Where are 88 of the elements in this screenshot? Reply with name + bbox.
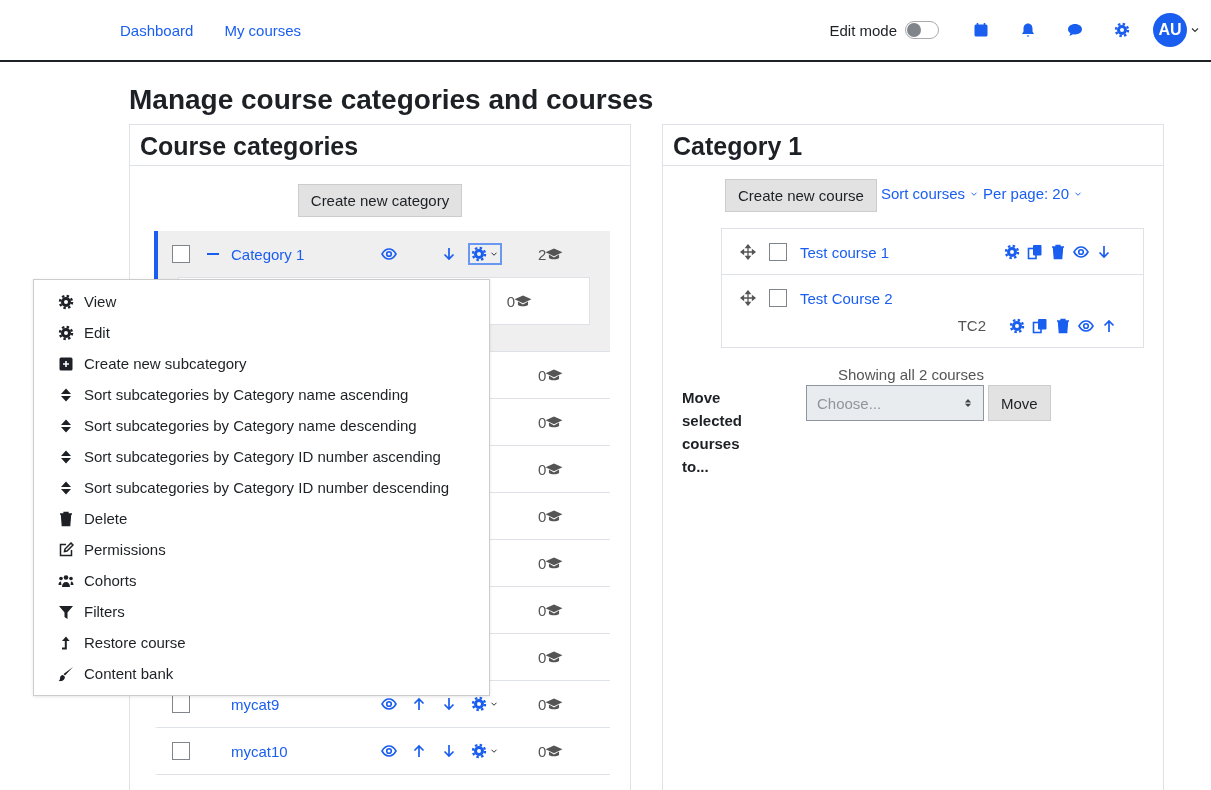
category-link[interactable]: mycat10 [231,742,381,760]
course-count: 0 [538,366,547,384]
course-link[interactable]: Test Course 2 [800,289,990,307]
course-count: 0 [538,554,547,572]
menu-item[interactable]: Edit [34,317,489,348]
course-checkbox[interactable] [769,289,787,307]
sort-icon [58,417,74,434]
course-count: 0 [538,413,547,431]
per-page-dropdown[interactable]: Per page: 20 [983,185,1083,202]
course-idnumber: TC2 [957,317,986,334]
calendar-icon[interactable] [973,22,989,38]
course-count: 0 [538,507,547,525]
course-count: 0 [538,601,547,619]
move-handle-icon[interactable] [740,244,756,260]
eye-icon[interactable] [381,743,397,759]
menu-item[interactable]: Delete [34,503,489,534]
menu-item[interactable]: Content bank [34,658,489,689]
copy-icon[interactable] [1032,317,1048,334]
chat-bubble-icon[interactable] [1067,22,1083,38]
sort-icon [58,448,74,465]
funnel-icon [58,603,74,620]
category-link[interactable]: Category 1 [231,245,381,263]
nav-link[interactable]: Dashboard [120,21,194,39]
course-count: 0 [538,460,547,478]
eye-icon[interactable] [1078,317,1094,334]
page-title: Manage course categories and courses [129,84,655,116]
row-checkbox[interactable] [172,742,190,760]
menu-item[interactable]: Restore course [34,627,489,658]
gear-icon[interactable] [471,696,487,712]
move-down-icon[interactable] [441,743,457,759]
move-label: Move selected courses to... [682,388,744,477]
row-checkbox[interactable] [172,245,190,263]
bell-icon[interactable] [1020,22,1036,38]
move-down-icon[interactable] [441,246,457,262]
people-icon [58,572,74,589]
sort-icon [58,479,74,496]
create-course-button[interactable]: Create new course [725,179,877,212]
copy-icon[interactable] [1027,244,1043,260]
move-up-icon[interactable] [1101,317,1117,334]
move-button[interactable]: Move [988,385,1051,421]
showing-count-text: Showing all 2 courses [838,366,985,383]
sort-icon [58,386,74,403]
brush-icon [58,665,74,682]
gear-icon[interactable] [471,246,487,262]
course-count: 0 [506,292,515,310]
menu-item[interactable]: Sort subcategories by Category name descending [34,410,489,441]
panel-title: Course categories [130,125,630,166]
delete-icon[interactable] [1055,317,1071,334]
menu-item[interactable]: Sort subcategories by Category ID number ascending [34,441,489,472]
trash-icon [58,510,74,527]
move-up-icon[interactable] [411,696,427,712]
menu-item[interactable]: Filters [34,596,489,627]
select-arrows-icon [963,398,973,408]
actions-menu-button[interactable] [468,243,502,265]
move-down-icon[interactable] [1096,244,1112,260]
course-link[interactable]: Test course 1 [800,243,990,261]
menu-item[interactable]: View [34,286,489,317]
menu-item[interactable]: Permissions [34,534,489,565]
gear-icon [58,293,74,310]
course-count: 0 [538,648,547,666]
category-link[interactable]: mycat9 [231,695,381,713]
course-checkbox[interactable] [769,243,787,261]
settings-icon[interactable] [1114,22,1130,38]
eye-icon[interactable] [381,246,397,262]
plus-square-icon [58,355,74,372]
gear-icon[interactable] [471,743,487,759]
menu-item[interactable]: Sort subcategories by Category ID number descending [34,472,489,503]
sort-courses-dropdown[interactable]: Sort courses [880,185,980,202]
create-category-button[interactable]: Create new category [297,184,463,217]
panel-title: Category 1 [663,125,1163,166]
menu-item[interactable]: Create new subcategory [34,348,489,379]
menu-item[interactable]: Sort subcategories by Category name ascending [34,379,489,410]
eye-icon[interactable] [1073,244,1089,260]
move-down-icon[interactable] [441,696,457,712]
settings-icon[interactable] [1004,244,1020,260]
user-avatar[interactable]: AU [1153,13,1187,47]
gear-icon [58,324,74,341]
course-count: 2 [538,245,547,263]
menu-item[interactable]: Cohorts [34,565,489,596]
eye-icon[interactable] [381,696,397,712]
settings-icon[interactable] [1009,317,1025,334]
edit-mode-label: Edit mode [829,21,897,39]
move-handle-icon[interactable] [740,290,756,306]
delete-icon[interactable] [1050,244,1066,260]
move-up-icon[interactable] [411,743,427,759]
nav-link[interactable]: My courses [224,21,302,39]
course-count: 0 [538,695,547,713]
course-count: 0 [538,742,547,760]
